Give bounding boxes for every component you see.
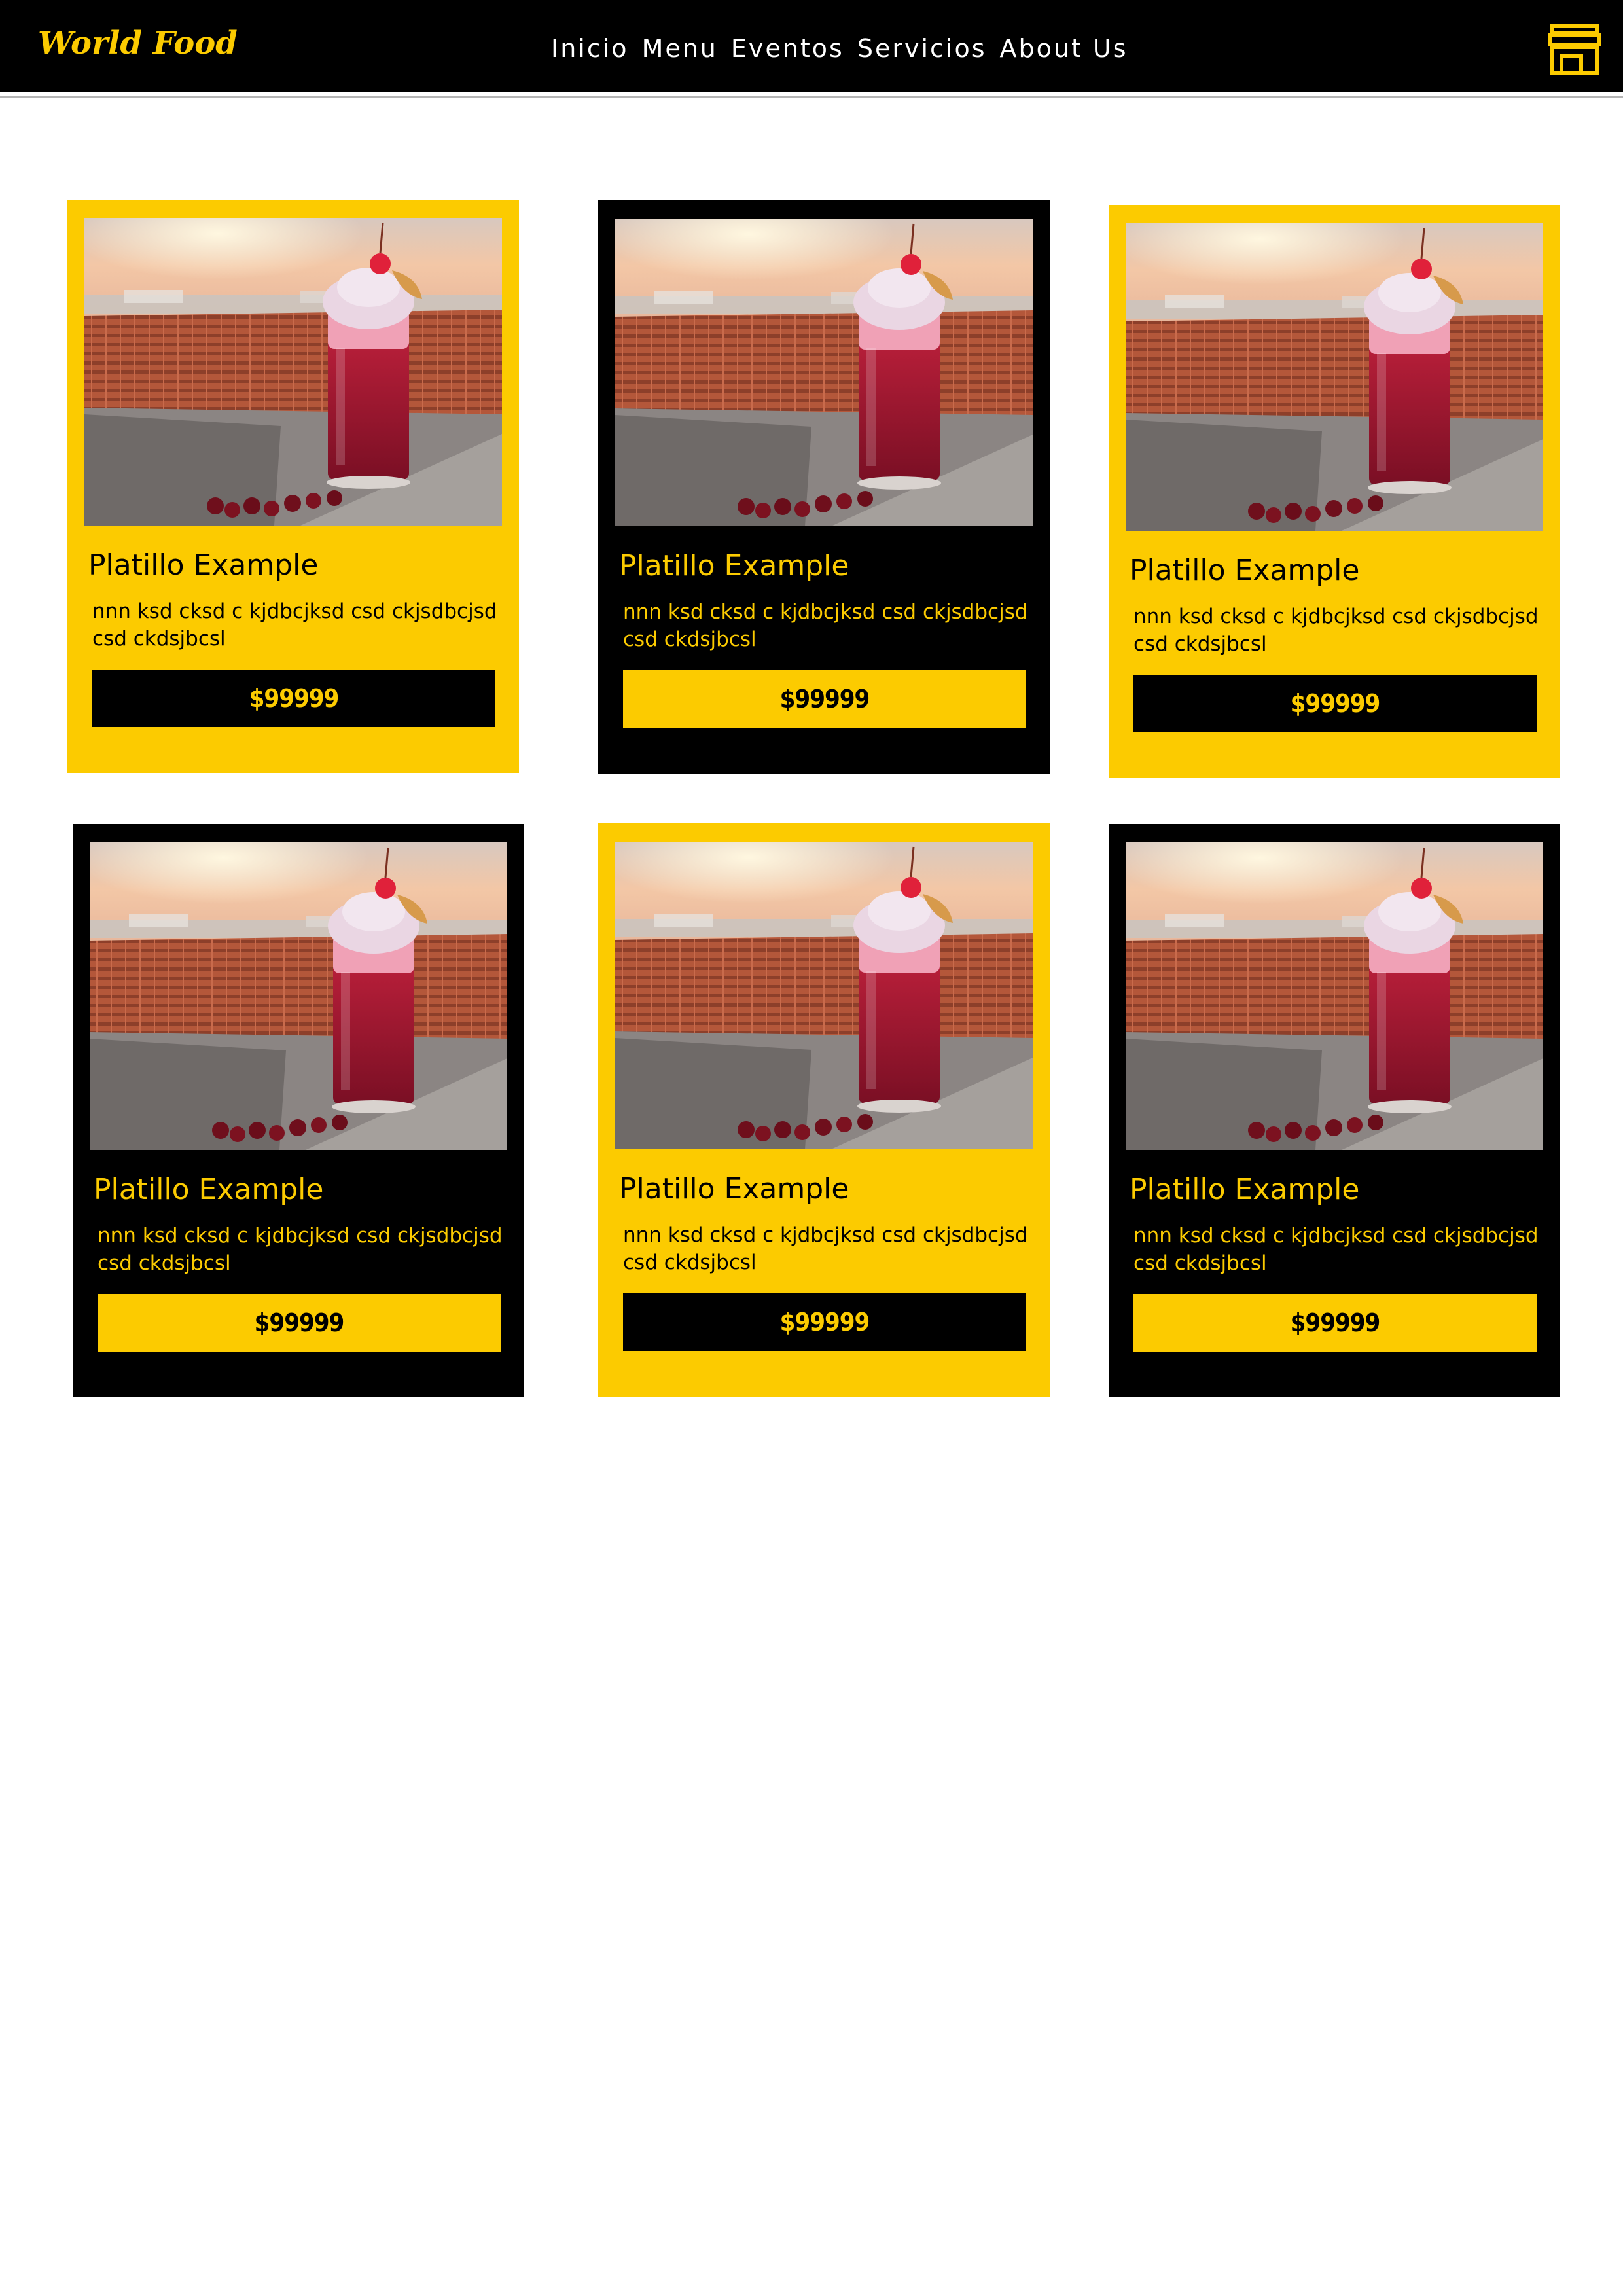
dish-description: nnn ksd cksd c kjdbcjksd csd ckjsdbcjsd … (1133, 1224, 1539, 1275)
dish-description: nnn ksd cksd c kjdbcjksd csd ckjsdbcjsd … (92, 600, 497, 651)
main-nav: Inicio Menu Eventos Servicios About Us (551, 31, 1128, 65)
menu-card[interactable]: Platillo Example nnn ksd cksd c kjdbcjks… (598, 200, 1050, 774)
brand-logo[interactable]: World Food (38, 22, 238, 64)
storefront-icon[interactable] (1547, 24, 1602, 76)
dish-photo (615, 219, 1033, 526)
header-divider (0, 96, 1623, 98)
dish-title: Platillo Example (1130, 1173, 1360, 1206)
dish-description: nnn ksd cksd c kjdbcjksd csd ckjsdbcjsd … (1133, 605, 1539, 656)
dish-description: nnn ksd cksd c kjdbcjksd csd ckjsdbcjsd … (623, 1223, 1028, 1274)
price-button[interactable]: $99999 (1133, 1294, 1537, 1352)
dish-photo (84, 218, 502, 526)
menu-card[interactable]: Platillo Example nnn ksd cksd c kjdbcjks… (1109, 824, 1560, 1397)
menu-card[interactable]: Platillo Example nnn ksd cksd c kjdbcjks… (1109, 205, 1560, 778)
dish-title: Platillo Example (619, 549, 849, 583)
nav-item-about-us[interactable]: About Us (1000, 31, 1128, 65)
price-button[interactable]: $99999 (1133, 675, 1537, 732)
nav-item-eventos[interactable]: Eventos (731, 31, 844, 65)
price-button[interactable]: $99999 (623, 670, 1026, 728)
dish-title: Platillo Example (1130, 554, 1360, 587)
dish-photo (1126, 223, 1543, 531)
dish-photo (1126, 842, 1543, 1150)
price-button[interactable]: $99999 (623, 1293, 1026, 1351)
dish-description: nnn ksd cksd c kjdbcjksd csd ckjsdbcjsd … (98, 1224, 503, 1275)
dish-title: Platillo Example (619, 1172, 849, 1206)
dish-description: nnn ksd cksd c kjdbcjksd csd ckjsdbcjsd … (623, 600, 1028, 651)
menu-card[interactable]: Platillo Example nnn ksd cksd c kjdbcjks… (598, 823, 1050, 1397)
nav-item-servicios[interactable]: Servicios (857, 31, 987, 65)
dish-photo (90, 842, 507, 1150)
dish-photo (615, 842, 1033, 1149)
dish-title: Platillo Example (94, 1173, 324, 1206)
price-button[interactable]: $99999 (92, 670, 495, 727)
dish-title: Platillo Example (88, 548, 319, 582)
nav-item-menu[interactable]: Menu (642, 31, 718, 65)
menu-card[interactable]: Platillo Example nnn ksd cksd c kjdbcjks… (67, 200, 519, 773)
price-button[interactable]: $99999 (98, 1294, 501, 1352)
menu-card[interactable]: Platillo Example nnn ksd cksd c kjdbcjks… (73, 824, 524, 1397)
nav-item-inicio[interactable]: Inicio (551, 31, 629, 65)
